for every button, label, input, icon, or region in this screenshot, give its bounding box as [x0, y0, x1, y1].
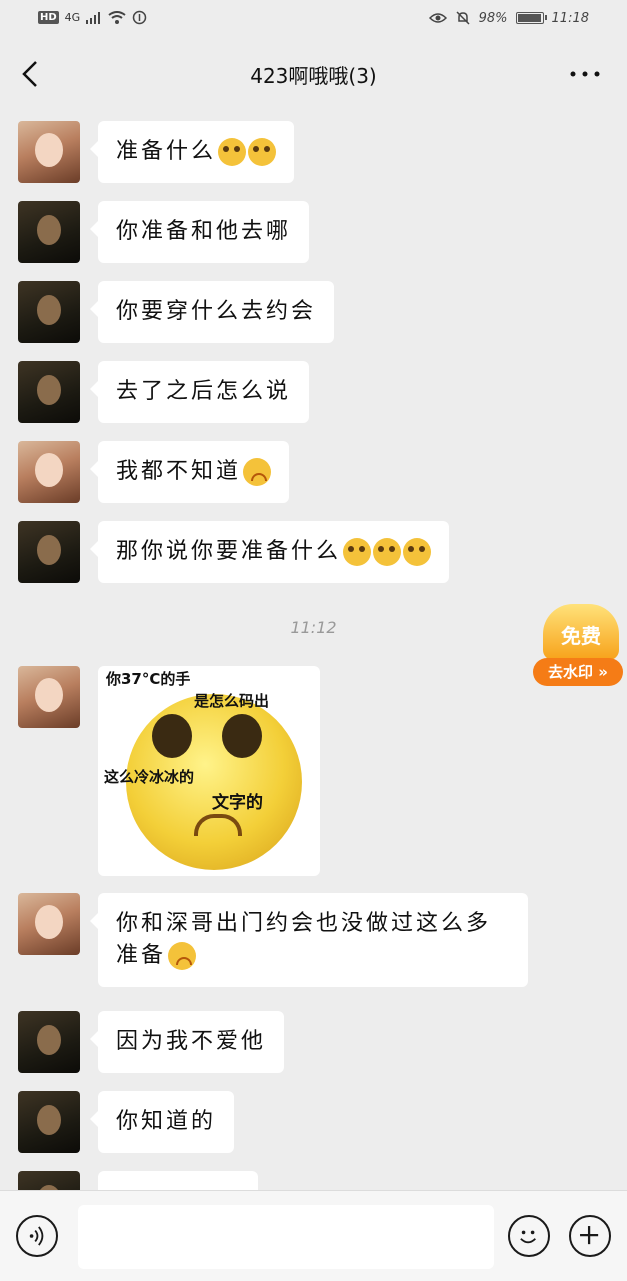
sticker-caption: 文字的	[212, 793, 263, 813]
message-text: 准备什么	[116, 139, 217, 164]
message-row	[18, 1171, 258, 1190]
message-bubble[interactable]: 你知道的	[89, 1091, 235, 1153]
eye-icon	[428, 13, 447, 23]
mute-bell-icon	[456, 11, 470, 25]
sticker-caption: 你37°C的手	[106, 670, 191, 688]
puppy-eyes-emoji-icon	[248, 138, 277, 166]
message-bubble[interactable]: 准备什么	[89, 121, 295, 183]
message-bubble[interactable]: 因为我不爱他	[89, 1011, 285, 1073]
message-row: 你准备和他去哪	[18, 201, 310, 263]
avatar[interactable]	[18, 893, 80, 955]
avatar[interactable]	[18, 521, 80, 583]
message-row: 准备什么	[18, 121, 295, 183]
message-row: 你37°C的手 是怎么码出 这么冷冰冰的 文字的	[18, 666, 320, 876]
message-row: 你知道的	[18, 1091, 235, 1153]
avatar[interactable]	[18, 1091, 80, 1153]
wifi-icon	[108, 11, 126, 24]
puzzled-emoji-icon	[343, 538, 372, 566]
message-text: 我都不知道	[116, 459, 242, 484]
message-text: 那你说你要准备什么	[116, 539, 342, 564]
network-4g-label: 4G	[64, 11, 81, 24]
avatar[interactable]	[18, 361, 80, 423]
message-text: 去了之后怎么说	[116, 379, 292, 404]
input-bar	[0, 1190, 627, 1281]
avatar[interactable]	[18, 666, 80, 728]
message-bubble[interactable]: 我都不知道	[89, 441, 290, 503]
emoji-button[interactable]	[508, 1215, 550, 1257]
hd-badge: HD	[38, 11, 59, 24]
sad-emoji-icon	[243, 458, 272, 486]
message-list[interactable]: 准备什么 你准备和他去哪 你要穿什么去约会 去了之后怎么说 我都不知道 那你说你…	[0, 108, 627, 1190]
avatar[interactable]	[18, 1011, 80, 1073]
data-saver-icon	[132, 10, 147, 25]
more-functions-button[interactable]	[569, 1215, 611, 1257]
message-row: 你要穿什么去约会	[18, 281, 335, 343]
avatar[interactable]	[18, 441, 80, 503]
free-label: 免费	[543, 604, 619, 660]
message-row: 你和深哥出门约会也没做过这么多准备	[18, 893, 528, 987]
status-time: 11:18	[551, 10, 589, 26]
battery-fill	[517, 14, 541, 22]
message-bubble[interactable]: 那你说你要准备什么	[89, 521, 450, 583]
message-bubble[interactable]	[98, 1171, 258, 1190]
status-left: HD 4G	[38, 10, 147, 25]
message-bubble[interactable]: 去了之后怎么说	[89, 361, 310, 423]
remove-watermark-badge[interactable]: 免费 去水印 »	[533, 604, 623, 690]
status-right: 98% 11:18	[428, 10, 589, 26]
sticker-mouth	[194, 814, 242, 836]
avatar[interactable]	[18, 121, 80, 183]
message-row: 因为我不爱他	[18, 1011, 285, 1073]
message-row: 那你说你要准备什么	[18, 521, 450, 583]
voice-input-button[interactable]	[16, 1215, 58, 1257]
message-text: 你要穿什么去约会	[116, 299, 317, 324]
battery-icon	[515, 12, 547, 24]
message-row: 去了之后怎么说	[18, 361, 310, 423]
message-text: 你知道的	[116, 1109, 217, 1134]
avatar[interactable]	[18, 201, 80, 263]
smiley-icon	[520, 1230, 536, 1244]
more-dots-icon	[570, 71, 600, 77]
message-bubble[interactable]: 你和深哥出门约会也没做过这么多准备	[90, 893, 528, 987]
chat-header: 423啊哦哦(3)	[0, 40, 627, 108]
more-options-button[interactable]	[565, 54, 605, 94]
sticker-caption: 是怎么码出	[194, 692, 270, 710]
voice-wave-icon	[29, 1226, 44, 1246]
message-bubble[interactable]: 你要穿什么去约会	[89, 281, 335, 343]
message-text: 你准备和他去哪	[116, 219, 292, 244]
puzzled-emoji-icon	[373, 538, 402, 566]
plus-icon	[580, 1226, 599, 1245]
battery-percent: 98%	[478, 10, 508, 26]
message-row: 我都不知道	[18, 441, 290, 503]
sticker-image[interactable]: 你37°C的手 是怎么码出 这么冷冰冰的 文字的	[98, 666, 320, 876]
message-input[interactable]	[78, 1205, 494, 1269]
remove-watermark-label: 去水印 »	[533, 658, 623, 686]
sticker-eye	[152, 714, 192, 758]
sad-emoji-icon	[168, 942, 197, 970]
avatar[interactable]	[18, 1171, 80, 1190]
status-bar: HD 4G 98% 11:18	[0, 0, 627, 40]
sticker-eye	[222, 714, 262, 758]
message-text: 因为我不爱他	[116, 1029, 267, 1054]
message-bubble[interactable]: 你准备和他去哪	[89, 201, 310, 263]
chat-title: 423啊哦哦(3)	[250, 64, 377, 88]
avatar[interactable]	[18, 281, 80, 343]
signal-icon	[86, 11, 101, 24]
puzzled-emoji-icon	[403, 538, 432, 566]
puppy-eyes-emoji-icon	[218, 138, 247, 166]
sticker-caption: 这么冷冰冰的	[104, 768, 195, 786]
